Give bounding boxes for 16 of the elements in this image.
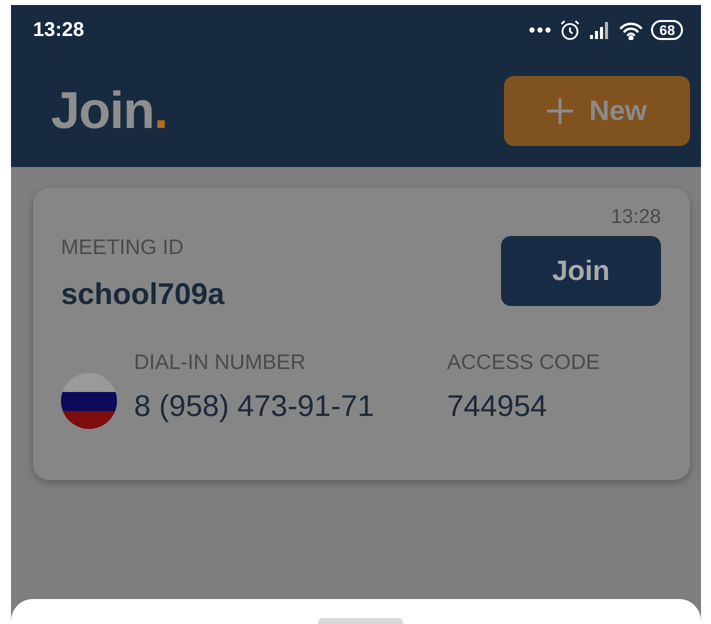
- app-logo: Join.: [51, 81, 168, 142]
- meeting-time: 13:28: [610, 206, 661, 228]
- wifi-icon: [619, 20, 644, 40]
- join-button[interactable]: Join: [501, 236, 661, 306]
- plus-icon: [547, 98, 574, 124]
- more-dots-icon: [529, 27, 552, 33]
- meeting-id-label: MEETING ID: [61, 235, 185, 261]
- access-code-label: ACCESS CODE: [447, 350, 600, 376]
- dial-in-number: 8 (958) 473-91-71: [134, 389, 376, 425]
- battery-level: 68: [651, 20, 683, 40]
- flag-icon: [61, 373, 117, 429]
- meeting-id: school709a: [61, 276, 224, 312]
- dial-in-label: DIAL-IN NUMBER: [134, 350, 307, 376]
- alarm-icon: [559, 19, 582, 41]
- access-code: 744954: [447, 389, 548, 425]
- status-time: 13:28: [33, 18, 84, 43]
